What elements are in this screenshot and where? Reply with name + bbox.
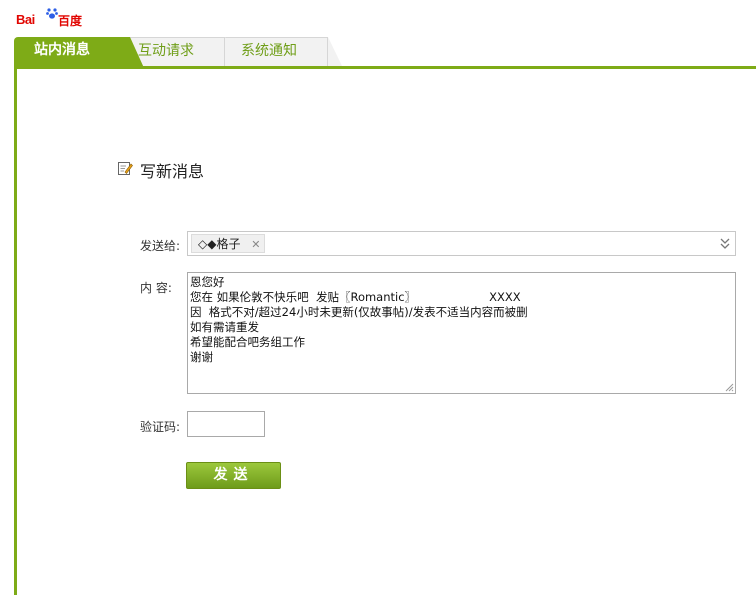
captcha-input[interactable] bbox=[187, 411, 265, 437]
tab-underline bbox=[14, 66, 756, 69]
chevron-double-down-icon[interactable] bbox=[719, 236, 731, 250]
page-title: 写新消息 bbox=[140, 162, 205, 181]
content-line: 谢谢 bbox=[190, 350, 213, 364]
content-line: 如有需请重发 bbox=[190, 320, 259, 334]
logo-latin-text: Bai bbox=[16, 12, 35, 27]
baidu-logo[interactable]: Bai 百度 bbox=[16, 7, 86, 29]
captcha-label: 验证码: bbox=[140, 420, 181, 434]
content-line: 希望能配合吧务组工作 bbox=[190, 335, 305, 349]
tab-label: 互动请求 bbox=[138, 43, 194, 59]
remove-recipient-icon[interactable]: ✕ bbox=[251, 235, 260, 254]
recipient-label: 发送给: bbox=[140, 239, 181, 253]
content-line: 因 格式不对/超过24小时未更新(仅故事帖)/发表不适当内容而被删 bbox=[190, 305, 528, 319]
edit-icon bbox=[118, 162, 133, 175]
paw-icon bbox=[46, 8, 58, 19]
content-line: 您在 如果伦敦不快乐吧 发贴〖Romantic〗 XXXX bbox=[190, 290, 521, 304]
content-line: 恩您好 bbox=[190, 275, 225, 289]
recipient-name: ◇◆格子 bbox=[198, 237, 241, 251]
send-button[interactable]: 发送 bbox=[186, 462, 281, 489]
content-label: 内 容: bbox=[140, 281, 172, 295]
recipient-chip[interactable]: ◇◆格子 ✕ bbox=[191, 234, 266, 254]
recipient-field[interactable]: ◇◆格子 ✕ bbox=[187, 231, 736, 256]
message-content-textarea[interactable]: 恩您好 您在 如果伦敦不快乐吧 发贴〖Romantic〗 XXXX 因 格式不对… bbox=[187, 272, 736, 394]
panel-left-border bbox=[14, 66, 17, 595]
logo-cn-text: 百度 bbox=[58, 14, 83, 28]
tab-label: 站内消息 bbox=[34, 42, 90, 58]
tab-label: 系统通知 bbox=[241, 43, 297, 59]
tab-site-messages[interactable]: 站内消息 bbox=[14, 37, 144, 68]
tab-bar: 系统通知 互动请求 站内消息 bbox=[14, 37, 756, 68]
resize-grip-icon[interactable] bbox=[725, 383, 734, 392]
